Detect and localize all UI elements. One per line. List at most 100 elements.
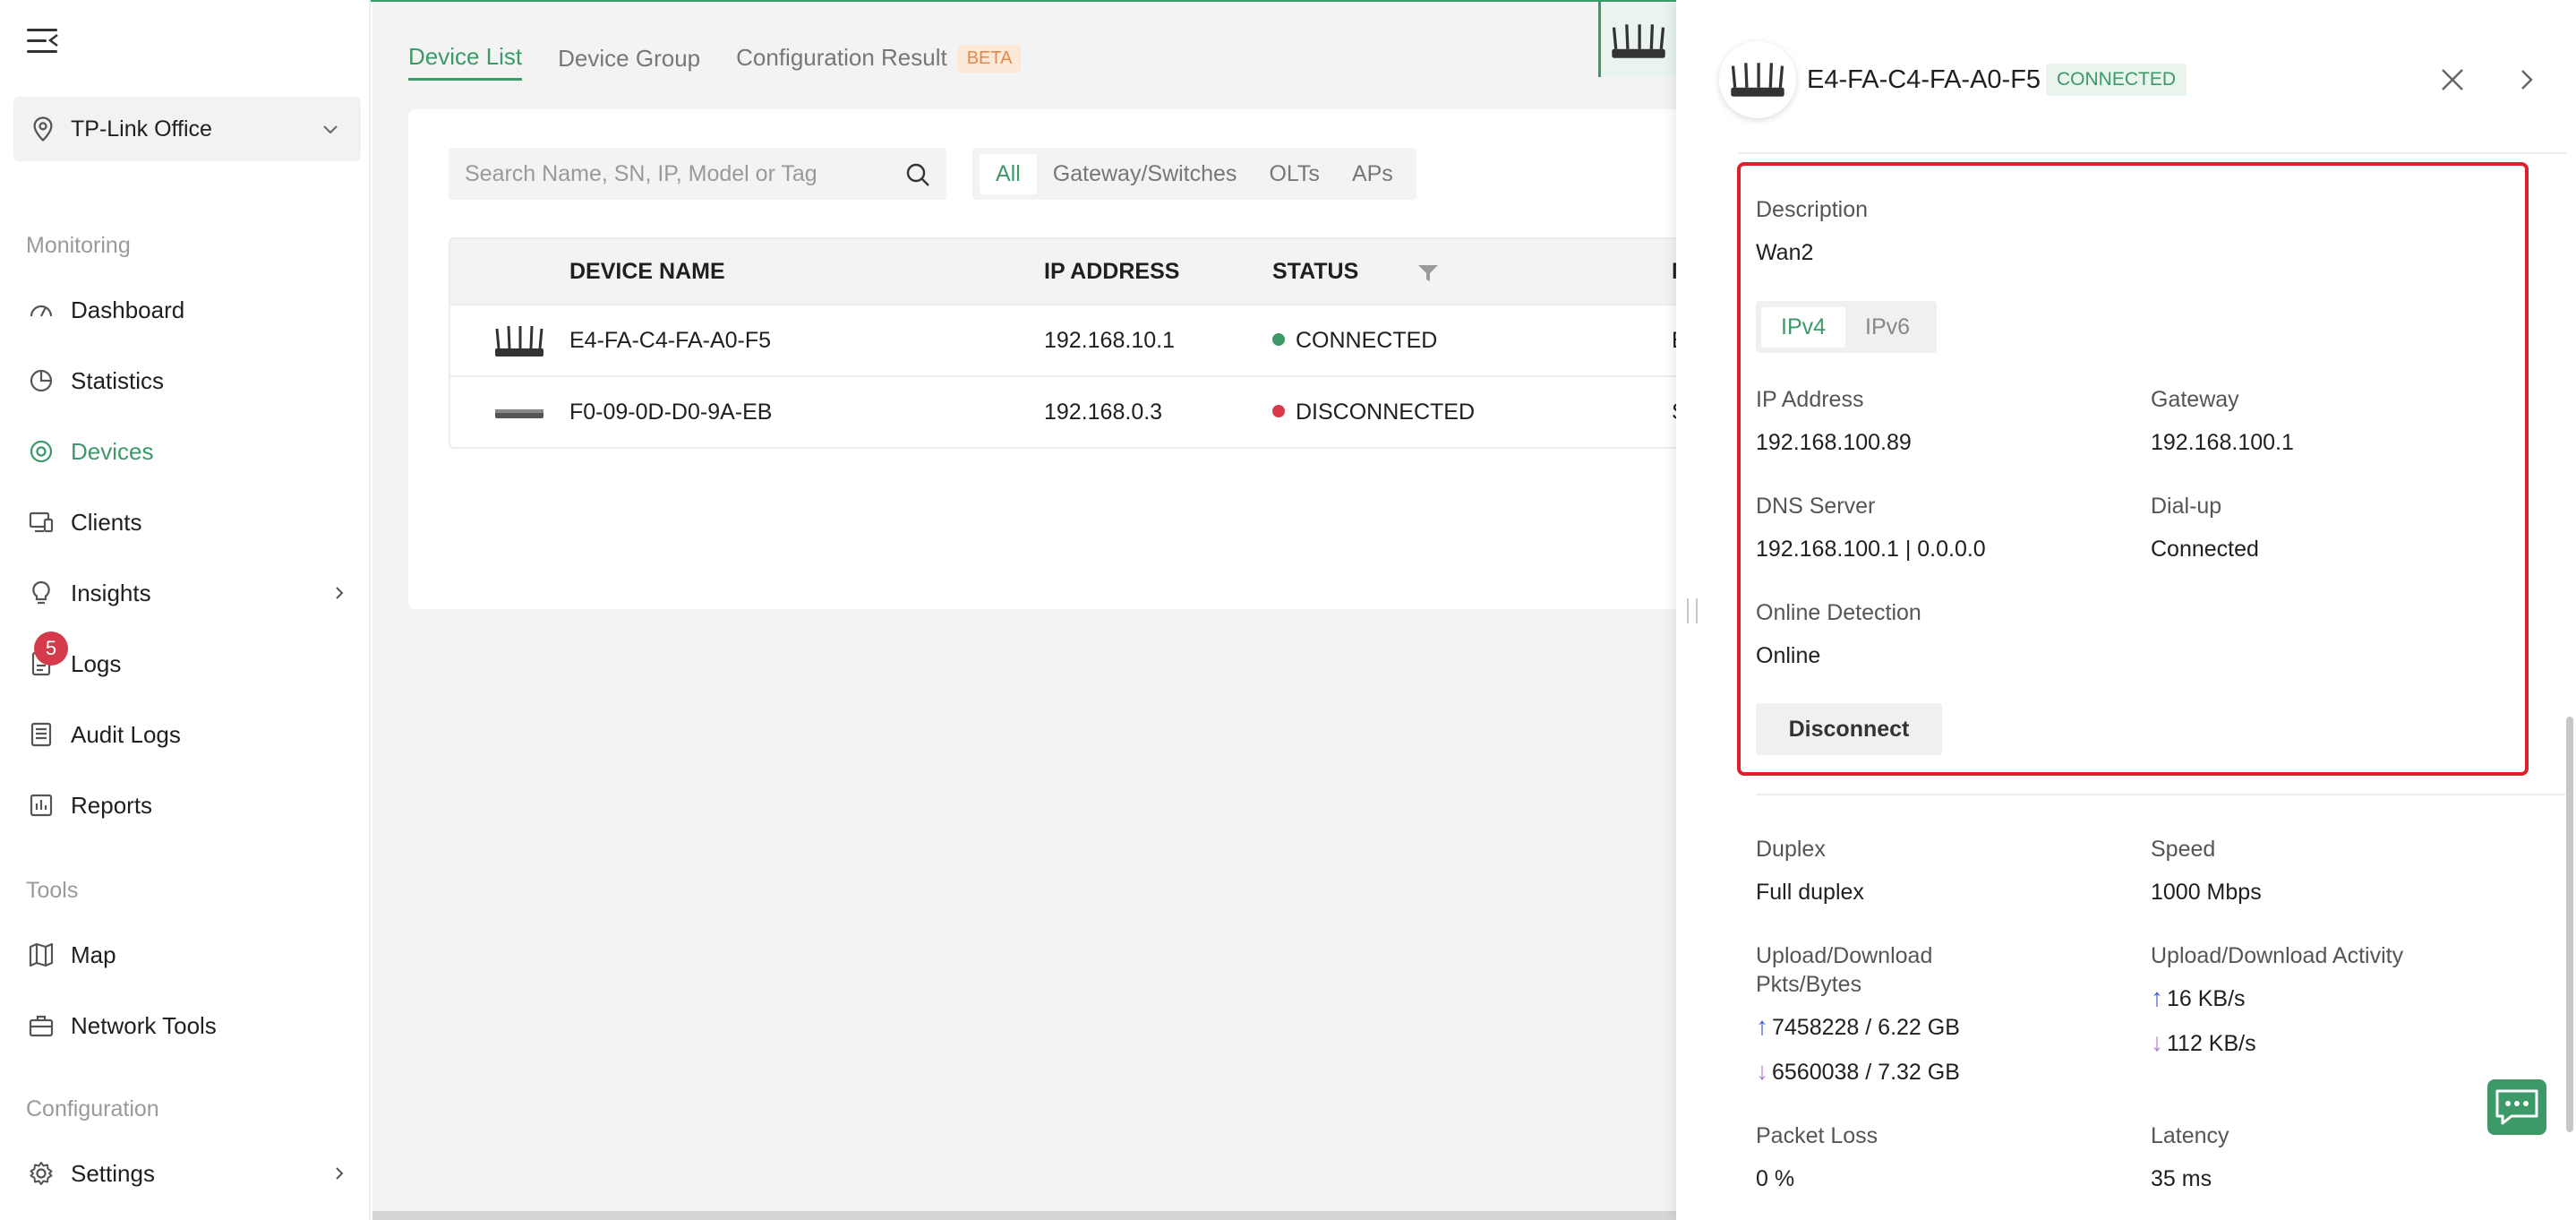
- duplex-label: Duplex: [1756, 837, 1826, 862]
- sidebar-item-insights[interactable]: Insights: [0, 566, 371, 620]
- chevron-down-icon: [323, 125, 338, 134]
- sidebar-item-settings[interactable]: Settings: [0, 1147, 371, 1200]
- dialup-value: Connected: [2151, 537, 2259, 562]
- pkts-upload: ↑ 7458228 / 6.22 GB: [1756, 1012, 1960, 1041]
- sidebar-item-label: Map: [71, 941, 116, 968]
- device-list-card: All Gateway/Switches OLTs APs DEVICE NAM…: [408, 109, 1702, 609]
- sidebar-item-clients[interactable]: Clients: [0, 495, 371, 549]
- sidebar-item-label: Audit Logs: [71, 720, 181, 748]
- description-value: Wan2: [1756, 240, 1814, 265]
- sidebar-item-label: Logs: [71, 649, 122, 677]
- latency-label: Latency: [2151, 1123, 2229, 1148]
- tab-configuration-result[interactable]: Configuration Result BETA: [736, 44, 1022, 81]
- search-icon[interactable]: [904, 161, 931, 188]
- section-title-monitoring: Monitoring: [26, 233, 131, 258]
- sidebar-item-label: Dashboard: [71, 296, 185, 323]
- clients-icon: [27, 508, 56, 537]
- status-text: DISCONNECTED: [1296, 400, 1476, 425]
- section-title-configuration: Configuration: [26, 1096, 159, 1121]
- ip-address-label: IP Address: [1756, 387, 1864, 412]
- chevron-right-icon: [336, 1167, 344, 1180]
- search-input[interactable]: [449, 148, 946, 200]
- map-icon: [27, 941, 56, 969]
- sidebar-item-network-tools[interactable]: Network Tools: [0, 999, 371, 1052]
- sidebar-item-devices[interactable]: Devices: [0, 425, 371, 478]
- location-pin-icon: [33, 116, 53, 142]
- sidebar: TP-Link Office Monitoring Dashboard Stat…: [0, 0, 371, 1220]
- divider: [1756, 794, 2565, 795]
- filter-gateway-switches[interactable]: Gateway/Switches: [1037, 154, 1254, 194]
- pkts-download: ↓ 6560038 / 7.32 GB: [1756, 1057, 1960, 1086]
- tab-device-list[interactable]: Device List: [408, 43, 523, 81]
- router-icon: [1731, 63, 1784, 97]
- router-icon: [495, 325, 543, 357]
- table-row[interactable]: F0-09-0D-D0-9A-EB 192.168.0.3 DISCONNECT…: [450, 375, 1700, 447]
- device-type-filter: All Gateway/Switches OLTs APs: [972, 148, 1416, 200]
- sidebar-item-label: Clients: [71, 508, 142, 536]
- arrow-up-icon: ↑: [2151, 984, 2163, 1011]
- description-label: Description: [1756, 197, 1869, 222]
- chevron-right-icon[interactable]: [2516, 68, 2537, 91]
- selected-device-thumbnail[interactable]: [1598, 2, 1677, 77]
- disconnect-button[interactable]: Disconnect: [1756, 703, 1942, 755]
- table-row[interactable]: E4-FA-C4-FA-A0-F5 192.168.10.1 CONNECTED…: [450, 304, 1700, 375]
- site-name: TP-Link Office: [71, 116, 212, 142]
- section-title-tools: Tools: [26, 878, 79, 903]
- drawer-device-name: E4-FA-C4-FA-A0-F5: [1807, 65, 2041, 94]
- column-header-status[interactable]: STATUS: [1272, 259, 1358, 285]
- horizontal-scrollbar[interactable]: [372, 1211, 1676, 1220]
- drawer-scrollbar[interactable]: [2566, 717, 2573, 1132]
- menu-collapse-icon[interactable]: [27, 27, 59, 56]
- device-name-cell[interactable]: E4-FA-C4-FA-A0-F5: [569, 328, 771, 354]
- sidebar-item-audit-logs[interactable]: Audit Logs: [0, 708, 371, 761]
- sidebar-item-label: Network Tools: [71, 1011, 217, 1039]
- status-cell: CONNECTED: [1272, 328, 1437, 354]
- ip-address-cell: 192.168.0.3: [1044, 400, 1163, 425]
- dialup-label: Dial-up: [2151, 494, 2222, 519]
- latency-value: 35 ms: [2151, 1166, 2212, 1191]
- site-selector[interactable]: TP-Link Office: [13, 97, 361, 161]
- dns-server-value: 192.168.100.1 | 0.0.0.0: [1756, 537, 1986, 562]
- sidebar-item-label: Statistics: [71, 366, 165, 394]
- ip-address-value: 192.168.100.89: [1756, 430, 1912, 455]
- column-header-device-name[interactable]: DEVICE NAME: [569, 259, 725, 285]
- status-dot: [1272, 405, 1285, 418]
- filter-all[interactable]: All: [980, 153, 1037, 194]
- tab-ipv6[interactable]: IPv6: [1845, 307, 1930, 348]
- logs-count-badge: 5: [34, 631, 68, 666]
- chevron-right-icon: [336, 587, 344, 599]
- devices-icon: [27, 437, 56, 466]
- tab-device-group[interactable]: Device Group: [558, 45, 700, 80]
- chat-support-button[interactable]: [2487, 1079, 2546, 1135]
- close-icon[interactable]: [2439, 66, 2466, 93]
- sidebar-item-map[interactable]: Map: [0, 928, 371, 982]
- column-header-ip-address[interactable]: IP ADDRESS: [1044, 259, 1179, 285]
- lightbulb-icon: [27, 579, 56, 607]
- sidebar-item-dashboard[interactable]: Dashboard: [0, 283, 371, 337]
- ip-version-toggle: IPv4 IPv6: [1756, 301, 1937, 353]
- sidebar-item-label: Insights: [71, 579, 151, 606]
- activity-download: ↓ 112 KB/s: [2151, 1028, 2256, 1057]
- gateway-value: 192.168.100.1: [2151, 430, 2294, 455]
- pkts-upload-value: 7458228 / 6.22 GB: [1772, 1015, 1960, 1040]
- drawer-resize-handle[interactable]: [1687, 598, 1698, 623]
- pkts-label-line1: Upload/Download: [1756, 943, 1933, 968]
- packet-loss-label: Packet Loss: [1756, 1123, 1879, 1148]
- ip-address-cell: 192.168.10.1: [1044, 328, 1175, 353]
- filter-funnel-icon[interactable]: [1417, 264, 1439, 282]
- sidebar-item-reports[interactable]: Reports: [0, 778, 371, 832]
- activity-download-value: 112 KB/s: [2167, 1031, 2256, 1056]
- dns-server-label: DNS Server: [1756, 494, 1876, 519]
- sidebar-item-label: Settings: [71, 1159, 155, 1187]
- tab-ipv4[interactable]: IPv4: [1761, 306, 1846, 348]
- device-avatar: [1719, 41, 1796, 118]
- device-table: DEVICE NAME IP ADDRESS STATUS M E4-FA-C4…: [449, 237, 1702, 449]
- switch-icon: [495, 409, 543, 418]
- filter-aps[interactable]: APs: [1336, 154, 1409, 194]
- speed-label: Speed: [2151, 837, 2216, 862]
- device-name-cell[interactable]: F0-09-0D-D0-9A-EB: [569, 400, 772, 425]
- filter-olts[interactable]: OLTs: [1253, 154, 1336, 194]
- sidebar-item-statistics[interactable]: Statistics: [0, 354, 371, 408]
- gear-icon: [27, 1159, 56, 1188]
- reports-icon: [27, 791, 56, 820]
